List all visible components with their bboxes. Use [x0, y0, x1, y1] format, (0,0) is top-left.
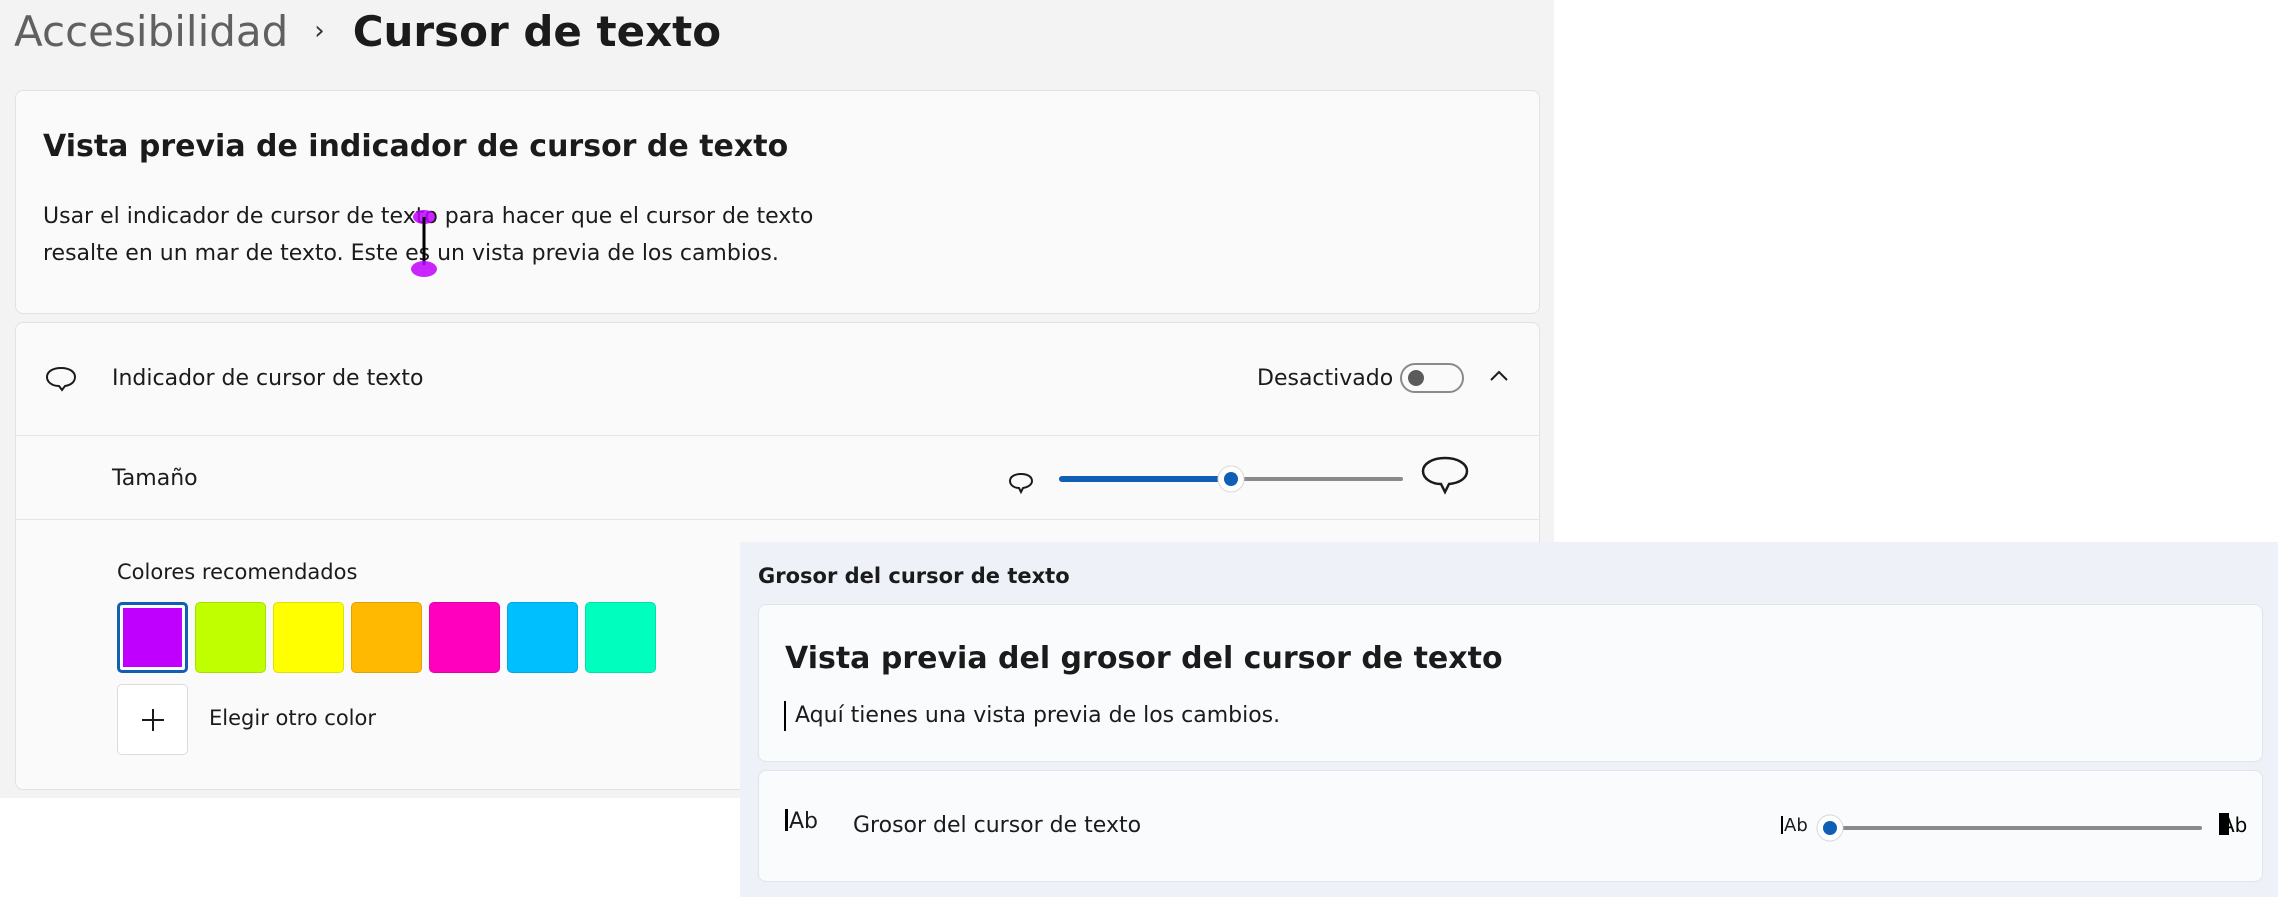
thickness-label: Grosor del cursor de texto	[853, 813, 1142, 838]
size-slider[interactable]	[1046, 462, 1416, 496]
color-swatch-teal[interactable]	[585, 602, 656, 673]
indicator-preview-title: Vista previa de indicador de cursor de t…	[43, 129, 789, 164]
indicator-label: Indicador de cursor de texto	[112, 366, 424, 391]
indicator-preview-card: Vista previa de indicador de cursor de t…	[15, 90, 1540, 314]
thickness-preview-title: Vista previa del grosor del cursor de te…	[785, 641, 1503, 676]
thickness-preview-text: Aquí tienes una vista previa de los camb…	[795, 703, 1281, 728]
color-swatch-group	[117, 602, 656, 673]
speech-bubble-icon	[45, 366, 77, 392]
choose-other-color-button[interactable]	[117, 684, 188, 755]
color-swatch-pink[interactable]	[429, 602, 500, 673]
color-swatch-yellow[interactable]	[273, 602, 344, 673]
toggle-knob	[1408, 370, 1424, 386]
thickness-setting-row: Ab Grosor del cursor de texto Ab Ab	[758, 770, 2263, 882]
text-cursor-thickness-icon: Ab	[785, 809, 818, 834]
size-row: Tamaño	[16, 435, 1539, 519]
thick-cursor-icon: Ab	[2219, 813, 2248, 837]
choose-other-color-label: Elegir otro color	[209, 706, 376, 730]
color-swatch-orange[interactable]	[351, 602, 422, 673]
size-label: Tamaño	[112, 466, 198, 491]
thickness-preview-card: Vista previa del grosor del cursor de te…	[758, 604, 2263, 762]
thickness-section-heading: Grosor del cursor de texto	[758, 564, 1070, 588]
small-bubble-icon	[1008, 472, 1034, 495]
color-swatch-purple[interactable]	[117, 602, 188, 673]
indicator-toggle-row[interactable]: Indicador de cursor de texto Desactivado	[16, 323, 1539, 435]
breadcrumb-separator: ›	[314, 16, 325, 46]
breadcrumb-parent-link[interactable]: Accesibilidad	[14, 7, 288, 56]
text-caret	[784, 701, 786, 731]
indicator-toggle-switch[interactable]	[1400, 363, 1464, 393]
color-swatch-blue[interactable]	[507, 602, 578, 673]
recommended-colors-label: Colores recomendados	[117, 560, 358, 584]
page-title: Cursor de texto	[352, 6, 722, 56]
thin-cursor-icon: Ab	[1781, 815, 1808, 836]
text-cursor-indicator-marker	[411, 210, 437, 277]
plus-icon	[141, 708, 164, 731]
breadcrumb: Accesibilidad › Cursor de texto	[14, 0, 721, 62]
color-swatch-lime[interactable]	[195, 602, 266, 673]
chevron-up-icon[interactable]	[1488, 365, 1510, 387]
cursor-thickness-section: Grosor del cursor de texto Vista previa …	[740, 542, 2278, 897]
large-bubble-icon	[1421, 456, 1469, 495]
indicator-state-text: Desactivado	[1257, 366, 1394, 391]
thickness-slider[interactable]	[1814, 811, 2214, 845]
